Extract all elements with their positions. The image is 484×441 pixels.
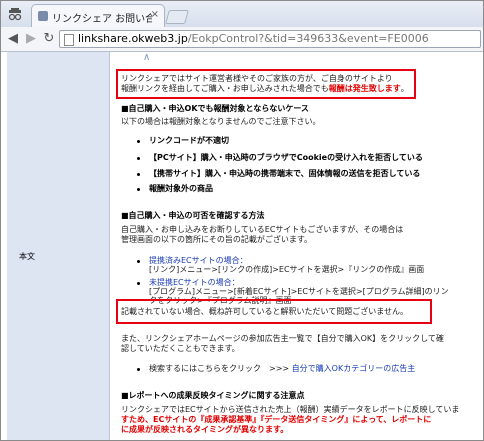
main-column: ∧ リンクシェアではサイト運営者様やそのご家族の方が、ご自身のサイトより 報酬リ… [111,52,483,440]
section1-item-3: 【携帯サイト】購入・申込時の携帯端末で、固体情報の送信を拒否している [149,169,421,178]
search-hint: 検索するにはこちらをクリック >>> 自分で購入OKカテゴリーの広告主 [149,364,415,374]
tab-title: リンクシェア お問い合わせ [52,14,152,25]
section1-subtitle: 以下の場合は報酬対象となりませんのでご注意下さい。 [121,117,321,126]
section3-para-2: すため、ECサイトの『成果承認基準』『データ送信タイミング』によって、レポートに [121,415,432,424]
page-icon [64,34,74,46]
section2-para-2: 管理画面の以下の箇所にその旨の記載がございます。 [121,235,313,244]
title-bar: リンクシェア お問い合わせ × [1,1,483,28]
section3-para-1: リンクシェアではECサイトから送信された売上（報酬）実績データをレポートに反映し… [121,405,460,414]
para3-line-2: 認していただくこともできます。 [121,344,240,353]
page-content: 本文 ∧ リンクシェアではサイト運営者様やそのご家族の方が、ご自身のサイトより … [1,52,483,440]
section1-item-1: リンクコードが不適切 [149,136,229,145]
highlight-box-note [116,299,432,324]
url-host: linkshare.okweb3.jp [78,32,188,45]
favicon-icon [38,11,48,21]
para3-line-1: また、リンクシェアホームページの参加広告主一覧で【自分で購入OK】をクリックして… [121,334,444,343]
tab-close-icon[interactable]: × [151,9,159,20]
section3-title: ■レポートへの成果反映タイミングに関する注意点 [121,391,305,400]
bullet-icon [137,368,140,371]
address-bar[interactable]: linkshare.okweb3.jp/EokpControl?&tid=349… [59,30,481,48]
section1-title: ■自己購入・申込OKでも報酬対象とならないケース [121,104,309,113]
search-hint-text: 検索するにはこちらをクリック >>> [149,364,292,373]
reload-icon[interactable]: ↻ [41,31,57,47]
bullet-icon [137,282,140,285]
section3-para-3: に成果が反映されるタイミングが異なります。 [121,425,289,434]
incognito-spy-icon [7,7,23,21]
browser-tab[interactable]: リンクシェア お問い合わせ × [31,4,165,28]
url-text: linkshare.okweb3.jp/EokpControl?&tid=349… [78,32,429,45]
url-path: /EokpControl?&tid=349633&event=FE0006 [187,32,429,45]
section1-item-2: 【PCサイト】購入・申込時のブラウザでCookieの受け入れを拒否している [149,153,423,162]
bullet-icon [137,173,140,176]
caret-icon: ∧ [143,52,151,63]
section2-para-1: 自己購入・お申し込みをお断りしているECサイトもございますが、その場合は [121,225,404,234]
section1-item-4: 報酬対象外の商品 [149,184,213,193]
bullet-icon [137,140,140,143]
section2-title: ■自己購入・申込の可否を確認する方法 [121,211,265,220]
back-arrow-icon[interactable]: ◀ [5,31,21,47]
new-tab-button[interactable] [165,10,189,24]
bullet-icon [137,188,140,191]
bullet-icon [137,260,140,263]
left-column: 本文 [7,52,110,440]
self-purchase-ok-link[interactable]: 自分で購入OKカテゴリーの広告主 [292,364,416,373]
linked-ec-site-path: [リンク]メニュー>[リンクの作成]>ECサイトを選択>『リンクの作成』画面 [149,265,425,274]
bullet-icon [137,157,140,160]
toolbar: ◀ ▶ ↻ linkshare.okweb3.jp/EokpControl?&t… [1,27,483,52]
browser-window: リンクシェア お問い合わせ × ◀ ▶ ↻ linkshare.okweb3.j… [0,0,484,441]
highlight-box-intro [116,69,416,99]
forward-arrow-icon[interactable]: ▶ [23,31,39,47]
body-label: 本文 [19,252,35,261]
